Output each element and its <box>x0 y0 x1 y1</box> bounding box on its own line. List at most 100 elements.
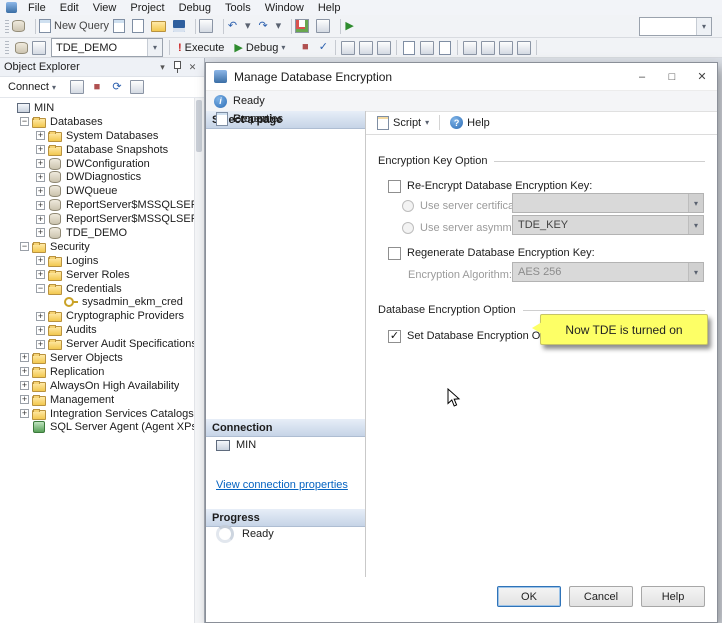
regenerate-checkbox[interactable] <box>388 246 401 260</box>
menu-item[interactable]: File <box>21 1 53 15</box>
server-certificate-radio[interactable] <box>402 200 414 212</box>
toolbar-grip[interactable] <box>5 19 9 33</box>
uncomment-icon[interactable] <box>479 39 497 57</box>
toolbar-combo[interactable]: ▾ <box>639 16 712 36</box>
tree-item[interactable]: DWConfiguration <box>0 157 204 171</box>
tree-expander-icon[interactable] <box>20 367 29 377</box>
menu-item[interactable]: Edit <box>53 1 86 15</box>
tree-item[interactable]: Integration Services Catalogs <box>0 407 204 421</box>
undo-dropdown-icon[interactable]: ▾ <box>245 17 258 35</box>
help-toolbar-button[interactable]: ? Help <box>445 112 495 133</box>
tree-expander-icon[interactable] <box>36 159 45 168</box>
execute-button[interactable]: ! Execute <box>173 39 229 57</box>
scrollbar-thumb[interactable] <box>196 100 202 152</box>
find-icon[interactable] <box>316 17 337 35</box>
cancel-button[interactable]: Cancel <box>569 586 633 607</box>
close-icon[interactable]: ✕ <box>687 63 717 90</box>
save-icon[interactable] <box>173 17 192 35</box>
results-to-grid-icon[interactable] <box>418 39 436 57</box>
change-connection-icon[interactable] <box>12 39 30 57</box>
server-certificate-combo[interactable]: ▾ <box>512 193 704 213</box>
tree-expander-icon[interactable] <box>36 131 45 141</box>
results-to-text-icon[interactable] <box>400 39 418 57</box>
menu-item[interactable]: Help <box>311 1 348 15</box>
estimated-plan-icon[interactable] <box>339 39 357 57</box>
tree-expander-icon[interactable] <box>36 145 45 155</box>
scrollbar[interactable] <box>194 98 204 623</box>
tree-expander-icon[interactable] <box>36 311 45 321</box>
tree-item[interactable]: Logins <box>0 254 204 268</box>
activity-monitor-icon[interactable] <box>295 17 316 35</box>
tree-item[interactable]: Credentials <box>0 282 204 296</box>
available-databases-icon[interactable] <box>30 39 48 57</box>
close-icon[interactable]: ✕ <box>185 60 200 74</box>
tree-item[interactable]: Replication <box>0 365 204 379</box>
refresh-icon[interactable]: ⟳ <box>108 78 126 96</box>
toolbar-grip[interactable] <box>5 41 9 54</box>
redo-dropdown-icon[interactable]: ▾ <box>276 17 289 35</box>
results-to-file-icon[interactable] <box>436 39 454 57</box>
tree-item[interactable]: AlwaysOn High Availability <box>0 379 204 393</box>
tree-item[interactable]: ReportServer$MSSQLSERVER <box>0 212 204 226</box>
page-item-properties[interactable]: Properties <box>216 111 283 127</box>
tree-item[interactable]: SQL Server Agent (Agent XPs disabl <box>0 420 204 434</box>
indent-icon[interactable] <box>497 39 515 57</box>
database-combo[interactable]: TDE_DEMO ▾ <box>51 38 163 57</box>
view-connection-properties-link[interactable]: View connection properties <box>216 479 348 491</box>
new-database-engine-query-icon[interactable] <box>113 17 132 35</box>
menu-item[interactable]: Debug <box>172 1 218 15</box>
minimize-icon[interactable]: – <box>627 63 657 90</box>
manage-connections-icon[interactable] <box>12 17 32 35</box>
stop-icon[interactable]: ■ <box>296 39 314 57</box>
tree-item[interactable]: Cryptographic Providers <box>0 309 204 323</box>
tree-expander-icon[interactable] <box>36 256 45 266</box>
tree-item[interactable]: Management <box>0 393 204 407</box>
encryption-algorithm-combo[interactable]: AES 256 ▾ <box>512 262 704 282</box>
print-icon[interactable] <box>199 17 220 35</box>
tree-item[interactable]: TDE_DEMO <box>0 226 204 240</box>
start-powershell-icon[interactable]: ▶ <box>344 17 362 35</box>
tree-item[interactable]: Server Objects <box>0 351 204 365</box>
tree-expander-icon[interactable] <box>20 117 29 127</box>
comment-icon[interactable] <box>461 39 479 57</box>
debug-button[interactable]: ▶ Debug ▾ <box>229 39 296 57</box>
tree-expander-icon[interactable] <box>36 270 45 280</box>
tree-expander-icon[interactable] <box>36 186 45 196</box>
debug-dropdown-icon[interactable]: ▾ <box>281 43 291 52</box>
query-options-icon[interactable] <box>357 39 375 57</box>
filter-icon[interactable] <box>128 78 146 96</box>
tree-item[interactable]: Audits <box>0 323 204 337</box>
tree-expander-icon[interactable] <box>20 395 29 405</box>
tree-item[interactable]: System Databases <box>0 129 204 143</box>
menu-item[interactable]: Project <box>123 1 171 15</box>
menu-item[interactable]: Tools <box>218 1 258 15</box>
connect-button[interactable]: Connect ▾ <box>4 79 66 96</box>
combo-dropdown-icon[interactable]: ▾ <box>696 17 711 35</box>
tree-expander-icon[interactable] <box>20 353 29 363</box>
script-button[interactable]: Script ▾ <box>372 112 434 133</box>
tree-item[interactable]: Databases <box>0 115 204 129</box>
tree-expander-icon[interactable] <box>36 339 45 349</box>
tree-expander-icon[interactable] <box>36 228 45 238</box>
window-position-icon[interactable]: ▾ <box>155 60 170 74</box>
new-query-button[interactable]: New Query <box>39 17 113 35</box>
tree-expander-icon[interactable] <box>36 214 45 224</box>
dialog-titlebar[interactable]: Manage Database Encryption – □ ✕ <box>206 63 717 90</box>
ok-button[interactable]: OK <box>497 586 561 607</box>
tree-expander-icon[interactable] <box>36 284 45 294</box>
tree-item[interactable]: ReportServer$MSSQLSERVER <box>0 198 204 212</box>
parse-icon[interactable]: ✓ <box>314 39 332 57</box>
tree-expander-icon[interactable] <box>36 325 45 335</box>
asymmetric-key-combo[interactable]: TDE_KEY ▾ <box>512 215 704 235</box>
intellisense-icon[interactable] <box>375 39 393 57</box>
maximize-icon[interactable]: □ <box>657 63 687 90</box>
tree-item[interactable]: Security <box>0 240 204 254</box>
menu-item[interactable]: Window <box>258 1 311 15</box>
tree-item[interactable]: MIN <box>0 101 204 115</box>
reencrypt-checkbox[interactable] <box>388 179 401 193</box>
tree-expander-icon[interactable] <box>36 172 45 182</box>
combo-dropdown-icon[interactable]: ▾ <box>688 194 703 212</box>
pin-icon[interactable] <box>170 60 185 74</box>
combo-dropdown-icon[interactable]: ▾ <box>147 39 162 56</box>
script-dropdown-icon[interactable]: ▾ <box>425 118 429 127</box>
